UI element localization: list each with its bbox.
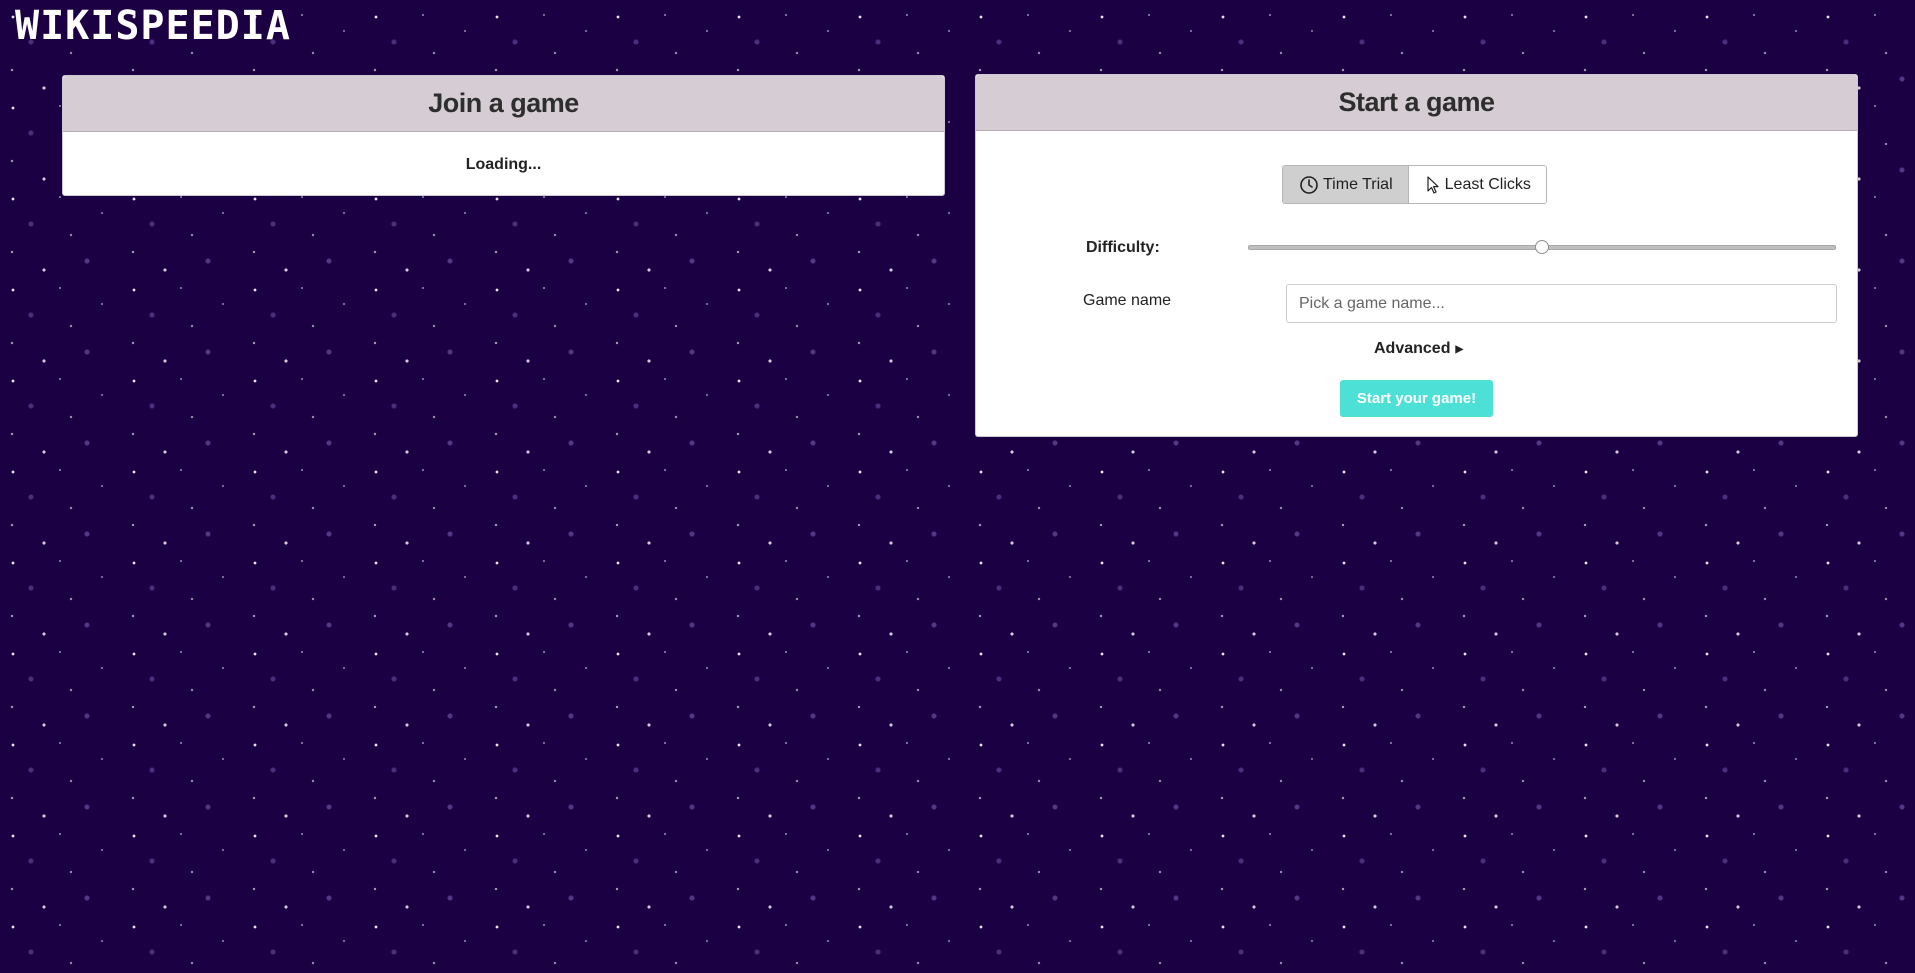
time-trial-label: Time Trial bbox=[1323, 175, 1393, 193]
join-game-header: Join a game bbox=[63, 76, 944, 132]
clock-icon bbox=[1300, 175, 1318, 194]
start-game-title: Start a game bbox=[1338, 87, 1495, 117]
advanced-toggle[interactable]: Advanced ▶ bbox=[1374, 340, 1463, 358]
least-clicks-button[interactable]: Least Clicks bbox=[1408, 166, 1546, 203]
difficulty-label: Difficulty: bbox=[1086, 239, 1160, 256]
start-game-header: Start a game bbox=[976, 75, 1857, 131]
start-game-button[interactable]: Start your game! bbox=[1340, 380, 1493, 417]
cursor-icon bbox=[1427, 175, 1439, 194]
least-clicks-label: Least Clicks bbox=[1444, 175, 1531, 193]
join-game-title: Join a game bbox=[428, 88, 579, 118]
join-game-panel: Join a game Loading... bbox=[62, 75, 945, 196]
advanced-label: Advanced bbox=[1374, 340, 1451, 357]
start-game-panel: Start a game Time Trial Least Clicks Dif… bbox=[975, 74, 1858, 437]
loading-status: Loading... bbox=[465, 156, 542, 173]
time-trial-button[interactable]: Time Trial bbox=[1283, 166, 1409, 203]
difficulty-slider-thumb[interactable] bbox=[1535, 240, 1549, 254]
caret-right-icon: ▶ bbox=[1455, 343, 1464, 355]
difficulty-slider[interactable] bbox=[1248, 240, 1836, 254]
app-logo: WIKISPEEDIA bbox=[15, 3, 291, 49]
game-name-input[interactable] bbox=[1286, 284, 1837, 323]
game-mode-toggle: Time Trial Least Clicks bbox=[1282, 165, 1547, 204]
game-name-label: Game name bbox=[1083, 292, 1172, 309]
